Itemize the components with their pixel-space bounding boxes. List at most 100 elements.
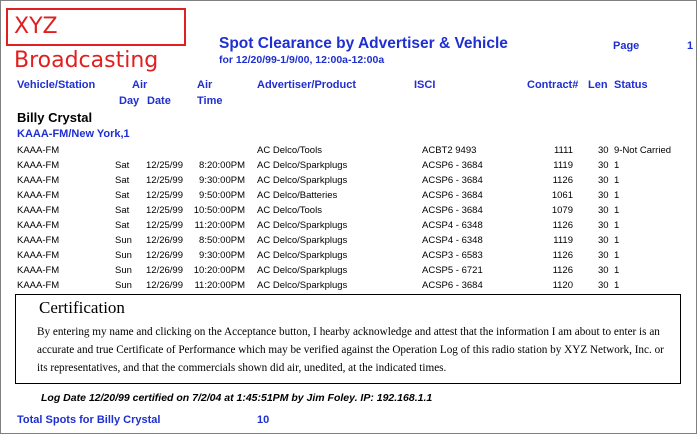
cell-len: 30 [598, 175, 609, 186]
station-group-label: KAAA-FM/New York,1 [17, 128, 130, 140]
cell-contract: 1111 [553, 145, 573, 156]
table-row: KAAA-FM AC Delco/Tools ACBT2 9493 1111 30 9-N… [0, 145, 697, 160]
cell-station: KAAA-FM [17, 280, 60, 291]
cell-status: 1 [614, 220, 620, 231]
table-row: KAAA-FM Sat 12/25/99 11:20:00PM AC Delco/Spa… [0, 220, 697, 235]
cell-air-time: 10:20:00PM [193, 265, 245, 276]
header-air-time: Time [197, 95, 223, 107]
header-isci: ISCI [414, 79, 436, 91]
cell-air-day: Sat [115, 220, 130, 231]
log-certification-line: Log Date 12/20/99 certified on 7/2/04 at… [41, 392, 433, 404]
report-subtitle: for 12/20/99-1/9/00, 12:00a-12:00a [219, 54, 385, 66]
cell-status: 1 [614, 280, 620, 291]
cell-contract: 1126 [552, 220, 573, 231]
cell-station: KAAA-FM [17, 190, 60, 201]
cell-station: KAAA-FM [17, 205, 60, 216]
cell-len: 30 [598, 160, 609, 171]
cell-station: KAAA-FM [17, 235, 60, 246]
cell-advertiser-product: AC Delco/Tools [257, 145, 322, 156]
header-status: Status [614, 79, 648, 91]
cell-air-day: Sun [115, 280, 132, 291]
cell-air-day: Sat [115, 190, 130, 201]
cell-contract: 1126 [552, 175, 573, 186]
cell-station: KAAA-FM [17, 265, 60, 276]
cell-air-day: Sat [115, 160, 130, 171]
header-air-date-line1: Air [197, 79, 213, 91]
cell-status: 9-Not Carried [614, 145, 672, 156]
cell-len: 30 [598, 250, 609, 261]
page-label: Page [613, 40, 640, 52]
table-row: KAAA-FM Sat 12/25/99 10:50:00PM AC Delco/Too… [0, 205, 697, 220]
cell-contract: 1079 [551, 205, 573, 216]
cell-station: KAAA-FM [17, 250, 60, 261]
advertiser-name: Billy Crystal [17, 110, 93, 125]
total-spots-value: 10 [257, 414, 270, 426]
cell-air-time: 11:20:00PM [194, 220, 245, 231]
table-row: KAAA-FM Sat 12/25/99 9:30:00PM AC Delco/Spar… [0, 175, 697, 190]
cell-station: KAAA-FM [17, 220, 60, 231]
cell-isci: ACBT2 9493 [422, 145, 477, 156]
cell-status: 1 [614, 265, 620, 276]
cell-advertiser-product: AC Delco/Sparkplugs [257, 280, 348, 291]
cell-air-time: 11:20:00PM [194, 280, 245, 291]
cell-air-day: Sun [115, 265, 132, 276]
cell-len: 30 [598, 235, 609, 246]
header-air-day-line1: Air [132, 79, 148, 91]
cell-advertiser-product: AC Delco/Batteries [257, 190, 338, 201]
cell-len: 30 [598, 265, 609, 276]
cell-contract: 1126 [552, 265, 573, 276]
cell-isci: ACSP6 - 3684 [422, 280, 483, 291]
cell-station: KAAA-FM [17, 175, 60, 186]
cell-air-time: 9:30:00PM [199, 175, 245, 186]
cell-len: 30 [598, 145, 609, 156]
company-logo: XYZ Broadcasting [6, 8, 186, 73]
header-len: Len [588, 79, 608, 91]
cell-station: KAAA-FM [17, 160, 60, 171]
cell-contract: 1061 [551, 190, 573, 201]
cell-air-time: 9:30:00PM [199, 250, 245, 261]
certification-text: By entering my name and clicking on the … [37, 326, 664, 374]
cell-air-time: 8:20:00PM [199, 160, 245, 171]
cell-status: 1 [614, 235, 620, 246]
cell-air-day: Sat [115, 205, 130, 216]
header-air-date-line2: Date [147, 95, 171, 107]
certification-box: Certification By entering my name and cl… [15, 294, 681, 384]
cell-advertiser-product: AC Delco/Tools [257, 205, 322, 216]
cell-air-day: Sat [115, 175, 130, 186]
header-advertiser-product: Advertiser/Product [257, 79, 357, 91]
cell-isci: ACSP3 - 6583 [422, 250, 483, 261]
cell-isci: ACSP6 - 3684 [422, 160, 483, 171]
cell-advertiser-product: AC Delco/Sparkplugs [257, 175, 348, 186]
cell-air-time: 10:50:00PM [193, 205, 245, 216]
cell-status: 1 [614, 160, 620, 171]
cell-air-time: 8:50:00PM [199, 235, 245, 246]
cell-air-day: Sun [115, 235, 132, 246]
table-row: KAAA-FM Sat 12/25/99 8:20:00PM AC Delco/Spar… [0, 160, 697, 175]
table-row: KAAA-FM Sun 12/26/99 8:50:00PM AC Delco/Spar… [0, 235, 697, 250]
table-row: KAAA-FM Sun 12/26/99 11:20:00PM AC Delco/Spa… [0, 280, 697, 295]
cell-status: 1 [614, 205, 620, 216]
cell-isci: ACSP6 - 3684 [422, 190, 483, 201]
cell-advertiser-product: AC Delco/Sparkplugs [257, 250, 348, 261]
cell-station: KAAA-FM [17, 145, 60, 156]
total-spots-label: Total Spots for Billy Crystal [17, 414, 161, 426]
cell-advertiser-product: AC Delco/Sparkplugs [257, 220, 348, 231]
table-row: KAAA-FM Sat 12/25/99 9:50:00PM AC Delco/Batt… [0, 190, 697, 205]
cell-len: 30 [598, 280, 609, 291]
cell-status: 1 [614, 190, 620, 201]
cell-status: 1 [614, 175, 620, 186]
cell-contract: 1119 [553, 160, 573, 171]
header-contract: Contract# [527, 79, 579, 91]
certification-title: Certification [39, 298, 125, 317]
cell-air-time: 9:50:00PM [199, 190, 245, 201]
cell-len: 30 [598, 220, 609, 231]
cell-advertiser-product: AC Delco/Sparkplugs [257, 235, 348, 246]
page-number: 1 [687, 40, 694, 52]
cell-isci: ACSP5 - 6721 [422, 265, 483, 276]
cell-isci: ACSP6 - 3684 [422, 175, 483, 186]
report-title: Spot Clearance by Advertiser & Vehicle [219, 35, 508, 52]
header-vehicle-station: Vehicle/Station [17, 79, 96, 91]
header-air-day-line2: Day [119, 95, 140, 107]
cell-contract: 1120 [552, 280, 573, 291]
cell-isci: ACSP4 - 6348 [422, 220, 483, 231]
